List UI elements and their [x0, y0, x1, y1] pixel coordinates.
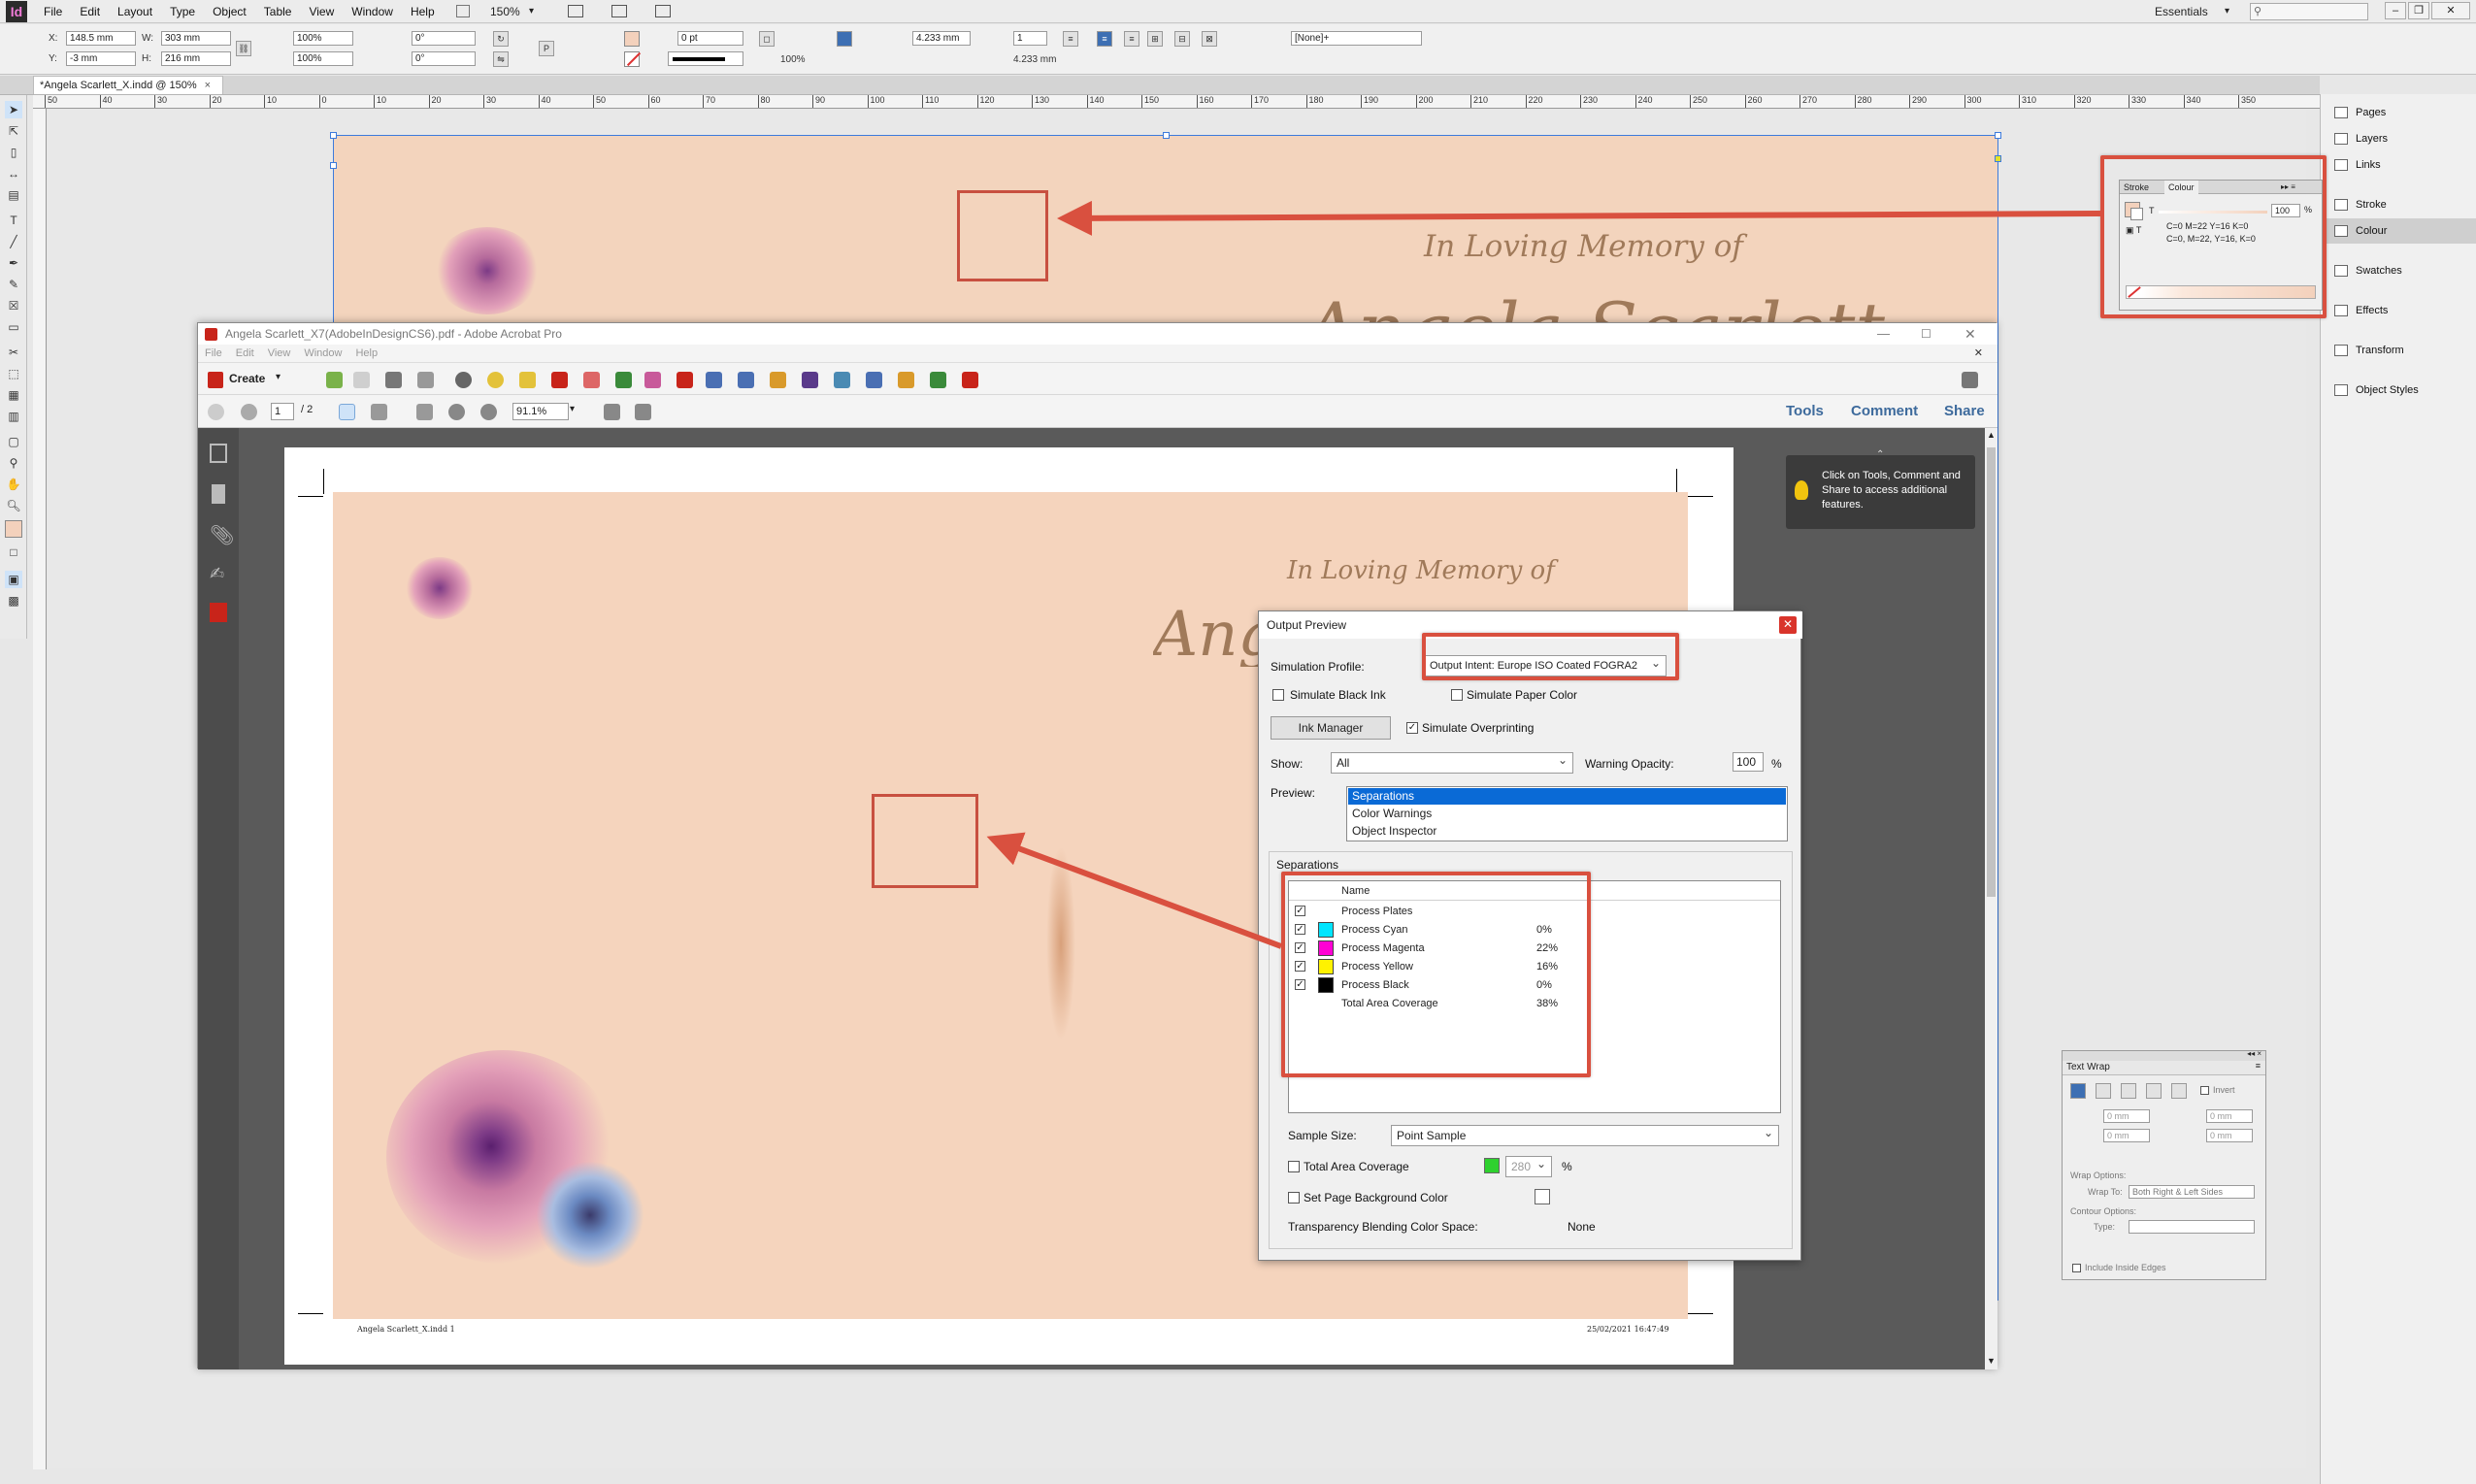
arrow-colour-to-frame	[1057, 200, 2101, 236]
arrow-separations-to-frame	[986, 832, 1283, 949]
annotation-arrows	[986, 200, 2101, 949]
